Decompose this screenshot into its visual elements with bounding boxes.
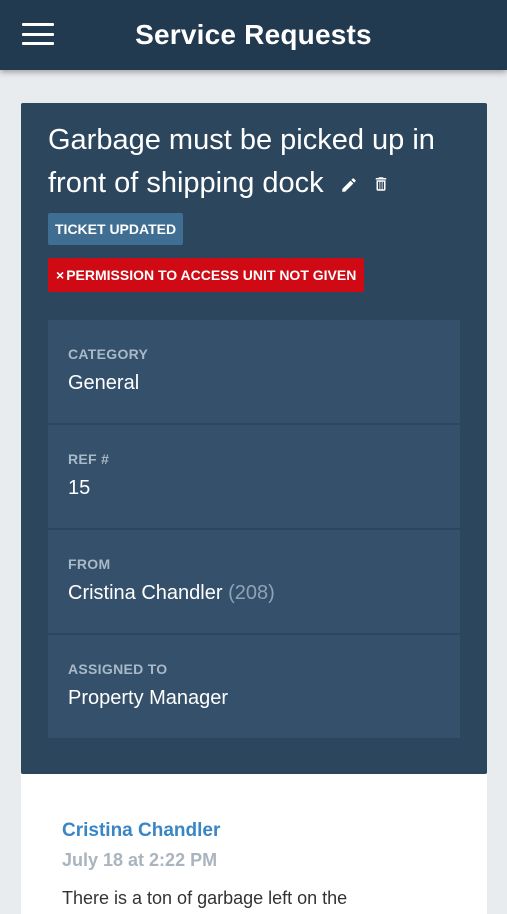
- page-title: Service Requests: [135, 19, 372, 50]
- hamburger-menu-icon[interactable]: [22, 23, 54, 45]
- comment-card: Cristina Chandler July 18 at 2:22 PM The…: [21, 774, 487, 914]
- detail-value: General: [68, 372, 140, 394]
- ticket-updated-badge: TICKET UPDATED: [48, 213, 184, 245]
- detail-value: Cristina Chandler (208): [68, 582, 440, 605]
- detail-from: FROM Cristina Chandler (208): [48, 530, 460, 633]
- ticket-title-row: Garbage must be picked up in front of sh…: [48, 119, 468, 205]
- app-bar: Service Requests: [0, 0, 507, 70]
- comment-text: There is a ton of garbage left on the: [62, 888, 348, 908]
- detail-value: Property Manager: [68, 687, 229, 709]
- detail-value: 15: [68, 477, 91, 499]
- permission-not-given-badge: × PERMISSION TO ACCESS UNIT NOT GIVEN: [48, 258, 365, 292]
- comment-author[interactable]: Cristina Chandler: [62, 820, 220, 842]
- comment-timestamp: July 18 at 2:22 PM: [62, 850, 218, 870]
- ticket-details: CATEGORY General REF # 15 FROM Cristina …: [48, 320, 460, 740]
- ticket-card: Garbage must be picked up in front of sh…: [21, 103, 487, 774]
- detail-label: CATEGORY: [68, 346, 149, 362]
- from-name: Cristina Chandler: [68, 582, 223, 604]
- close-icon: ×: [56, 267, 65, 283]
- detail-label: FROM: [68, 556, 111, 572]
- from-unit: (208): [228, 582, 275, 604]
- trash-icon[interactable]: [372, 174, 390, 199]
- detail-ref: REF # 15: [48, 425, 460, 528]
- pencil-icon[interactable]: [340, 176, 358, 199]
- detail-label: ASSIGNED TO: [68, 661, 168, 677]
- detail-category: CATEGORY General: [48, 320, 460, 423]
- permission-badge-label: PERMISSION TO ACCESS UNIT NOT GIVEN: [66, 267, 357, 283]
- detail-assigned-to: ASSIGNED TO Property Manager: [48, 635, 460, 738]
- detail-label: REF #: [68, 451, 110, 467]
